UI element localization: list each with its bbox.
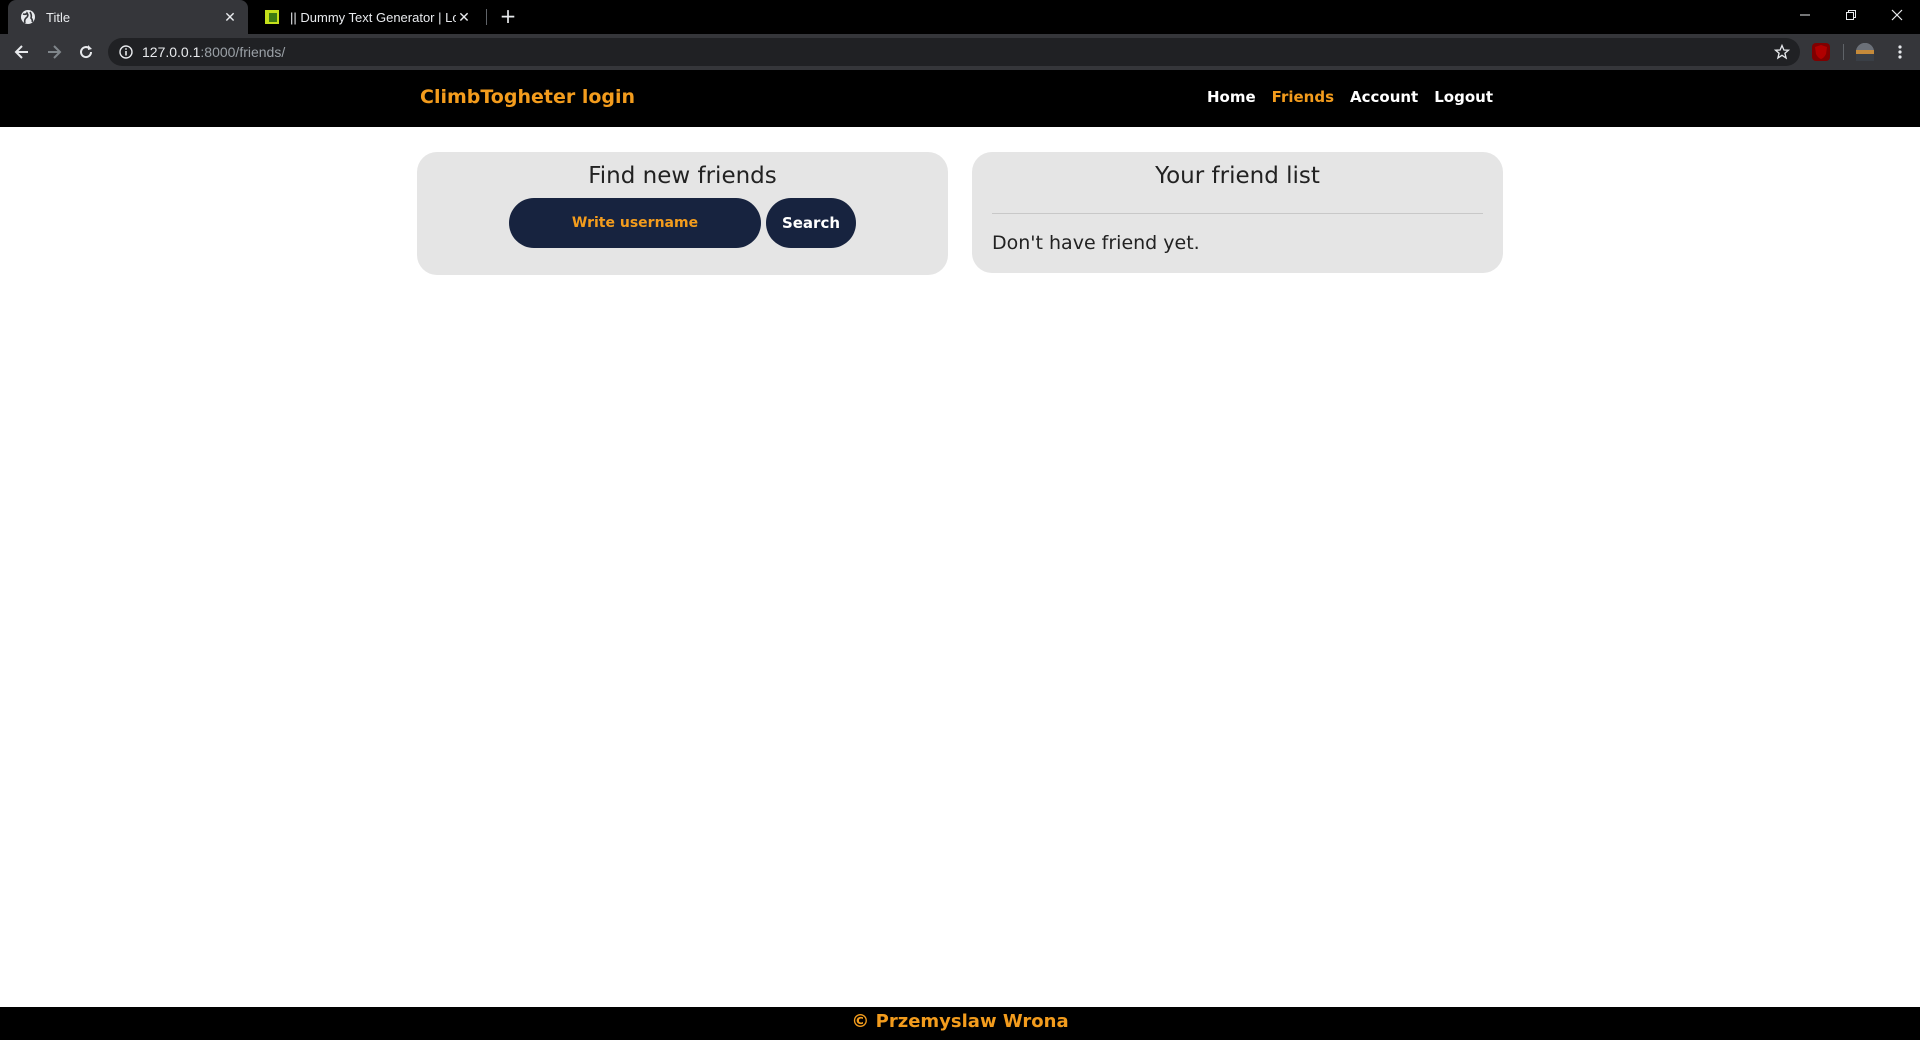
browser-tab-active[interactable]: Title ✕ (8, 0, 248, 34)
search-form: Search (509, 198, 856, 248)
url-text: 127.0.0.1:8000/friends/ (142, 44, 1772, 60)
url-host: 127.0.0.1 (142, 44, 201, 60)
main-nav: Home Friends Account Logout (1207, 88, 1493, 106)
restore-icon[interactable] (1828, 0, 1874, 30)
browser-tab[interactable]: || Dummy Text Generator | Lorem ✕ (252, 0, 482, 34)
address-bar[interactable]: 127.0.0.1:8000/friends/ (108, 38, 1800, 66)
toolbar-divider (1843, 44, 1844, 60)
new-tab-icon[interactable]: + (496, 5, 520, 29)
nav-friends-link[interactable]: Friends (1272, 88, 1334, 106)
tab-title: Title (46, 9, 71, 25)
nav-home-link[interactable]: Home (1207, 88, 1256, 106)
site-header: ClimbTogheter login Home Friends Account… (0, 70, 1920, 127)
bookmark-star-icon[interactable] (1772, 42, 1792, 62)
close-icon[interactable]: ✕ (222, 9, 238, 25)
browser-toolbar: 127.0.0.1:8000/friends/ (0, 34, 1920, 70)
page-favicon-icon (264, 9, 280, 25)
find-friends-title: Find new friends (588, 163, 777, 189)
profile-avatar-icon[interactable] (1856, 43, 1874, 61)
info-icon[interactable] (118, 44, 134, 60)
back-arrow-icon[interactable] (8, 38, 36, 66)
friend-list-title: Your friend list (1155, 163, 1320, 189)
browser-menu-icon[interactable] (1886, 38, 1914, 66)
site-brand-link[interactable]: ClimbTogheter login (420, 86, 635, 108)
tab-title: || Dummy Text Generator | Lorem (290, 9, 456, 25)
friend-list-divider (992, 213, 1483, 214)
window-close-icon[interactable] (1874, 0, 1920, 30)
nav-account-link[interactable]: Account (1350, 88, 1418, 106)
friend-list-card: Your friend list Don't have friend yet. (972, 152, 1503, 273)
tab-divider (486, 9, 487, 25)
minimize-icon[interactable] (1782, 0, 1828, 30)
search-button[interactable]: Search (766, 198, 856, 248)
empty-friends-message: Don't have friend yet. (992, 232, 1200, 254)
globe-icon (20, 9, 36, 25)
footer-copyright: © Przemyslaw Wrona (851, 1011, 1069, 1032)
reload-icon[interactable] (72, 38, 100, 66)
browser-tab-strip: Title ✕ || Dummy Text Generator | Lorem … (0, 0, 1920, 34)
find-friends-card: Find new friends Search (417, 152, 948, 275)
close-icon[interactable]: ✕ (456, 9, 472, 25)
ublock-extension-icon[interactable] (1812, 43, 1830, 61)
url-path: :8000/friends/ (200, 44, 286, 60)
username-search-input[interactable] (509, 198, 761, 248)
nav-logout-link[interactable]: Logout (1434, 88, 1493, 106)
site-footer: © Przemyslaw Wrona (0, 1007, 1920, 1040)
forward-arrow-icon[interactable] (40, 38, 68, 66)
